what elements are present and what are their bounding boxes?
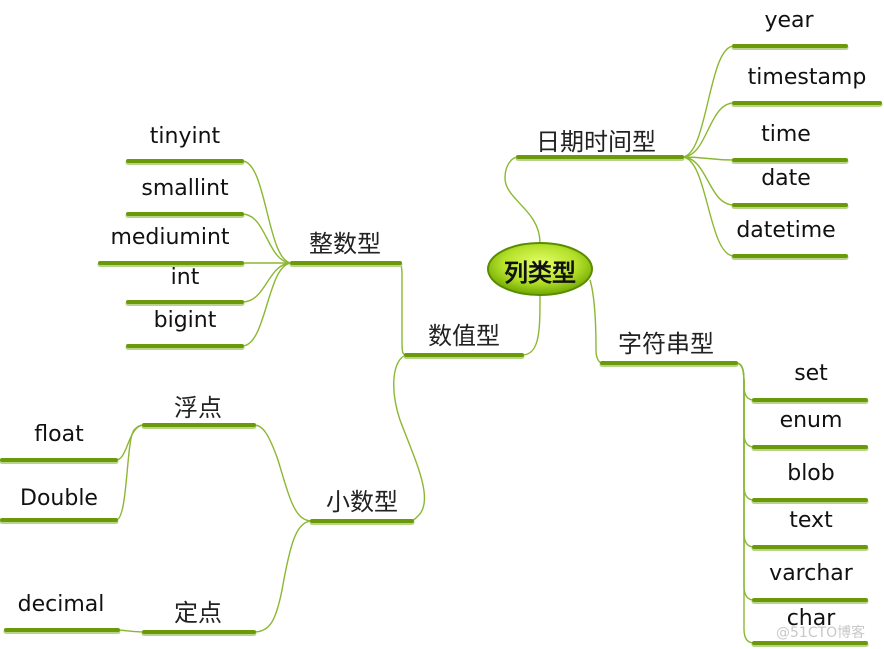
branch-integer-label[interactable]: 整数型 — [290, 224, 400, 259]
bar-numeric-branch — [403, 353, 525, 359]
leaf-text[interactable]: text — [754, 508, 868, 533]
link-datetime-year — [681, 45, 735, 158]
leaf-double[interactable]: Double — [2, 486, 116, 511]
bar-integer-branch — [289, 261, 403, 267]
leaf-varchar[interactable]: varchar — [754, 561, 868, 586]
root-node-label[interactable]: 列类型 — [490, 253, 590, 288]
bar-leaf-smallint — [125, 212, 245, 218]
link-string-varchar — [735, 362, 755, 601]
link-root-numeric — [521, 294, 541, 356]
link-integer-int — [241, 262, 293, 303]
link-datetime-datetime — [681, 156, 735, 257]
branch-fixed-point-label[interactable]: 定点 — [142, 593, 254, 628]
bar-leaf-double — [0, 518, 119, 524]
bar-leaf-date — [731, 203, 849, 209]
bar-leaf-int — [125, 300, 245, 306]
link-string-enum — [735, 362, 755, 448]
leaf-mediumint[interactable]: mediumint — [98, 225, 242, 250]
leaf-blob[interactable]: blob — [754, 461, 868, 486]
bar-leaf-datetime — [731, 254, 849, 260]
bar-fixed-point-branch — [141, 630, 257, 636]
leaf-tinyint[interactable]: tinyint — [128, 124, 242, 149]
link-decimal-float — [253, 424, 313, 522]
bar-leaf-timestamp — [731, 101, 883, 107]
branch-numeric-label[interactable]: 数值型 — [404, 316, 524, 351]
watermark: @51CTO博客 — [776, 625, 866, 641]
branch-string-label[interactable]: 字符串型 — [600, 324, 732, 359]
link-integer-bigint — [241, 262, 293, 347]
bar-decimal-branch — [309, 519, 415, 525]
bar-float-point-branch — [141, 423, 257, 429]
link-decimal-fixed — [253, 520, 313, 633]
link-integer-tinyint — [241, 160, 293, 264]
link-string-char — [735, 362, 755, 644]
bar-leaf-text — [751, 545, 869, 551]
bar-leaf-year — [731, 44, 849, 50]
bar-leaf-set — [751, 398, 869, 404]
bar-leaf-tinyint — [125, 159, 245, 165]
bar-leaf-char — [751, 641, 869, 647]
link-fixed-decimal — [117, 629, 145, 633]
leaf-timestamp[interactable]: timestamp — [732, 65, 882, 90]
link-root-datetime — [504, 156, 541, 244]
bar-leaf-enum — [751, 445, 869, 451]
leaf-enum[interactable]: enum — [754, 408, 868, 433]
link-datetime-timestamp — [681, 102, 735, 158]
leaf-smallint[interactable]: smallint — [128, 176, 242, 201]
leaf-date[interactable]: date — [732, 166, 840, 191]
branch-decimal-label[interactable]: 小数型 — [310, 482, 414, 517]
leaf-set[interactable]: set — [754, 361, 868, 386]
bar-leaf-blob — [751, 498, 869, 504]
link-string-set — [735, 362, 755, 401]
leaf-time[interactable]: time — [732, 122, 840, 147]
link-datetime-date — [681, 156, 735, 206]
branch-float-point-label[interactable]: 浮点 — [142, 388, 254, 423]
link-integer-smallint — [241, 213, 293, 264]
leaf-int[interactable]: int — [128, 265, 242, 290]
bar-string-branch — [599, 361, 739, 367]
bar-leaf-bigint — [125, 344, 245, 350]
bar-leaf-decimal — [3, 628, 121, 634]
bar-leaf-time — [731, 158, 849, 164]
branch-datetime-label[interactable]: 日期时间型 — [516, 122, 676, 157]
link-string-blob — [735, 362, 755, 501]
bar-leaf-varchar — [751, 598, 869, 604]
leaf-bigint[interactable]: bigint — [128, 308, 242, 333]
bar-leaf-float — [0, 458, 119, 464]
leaf-decimal[interactable]: decimal — [4, 592, 118, 617]
leaf-year[interactable]: year — [732, 8, 846, 33]
mind-map-canvas: 列类型 日期时间型 year timestamp time date datet… — [0, 0, 884, 649]
leaf-float[interactable]: float — [2, 422, 116, 447]
bar-datetime-branch — [515, 155, 685, 161]
leaf-datetime[interactable]: datetime — [728, 218, 844, 243]
